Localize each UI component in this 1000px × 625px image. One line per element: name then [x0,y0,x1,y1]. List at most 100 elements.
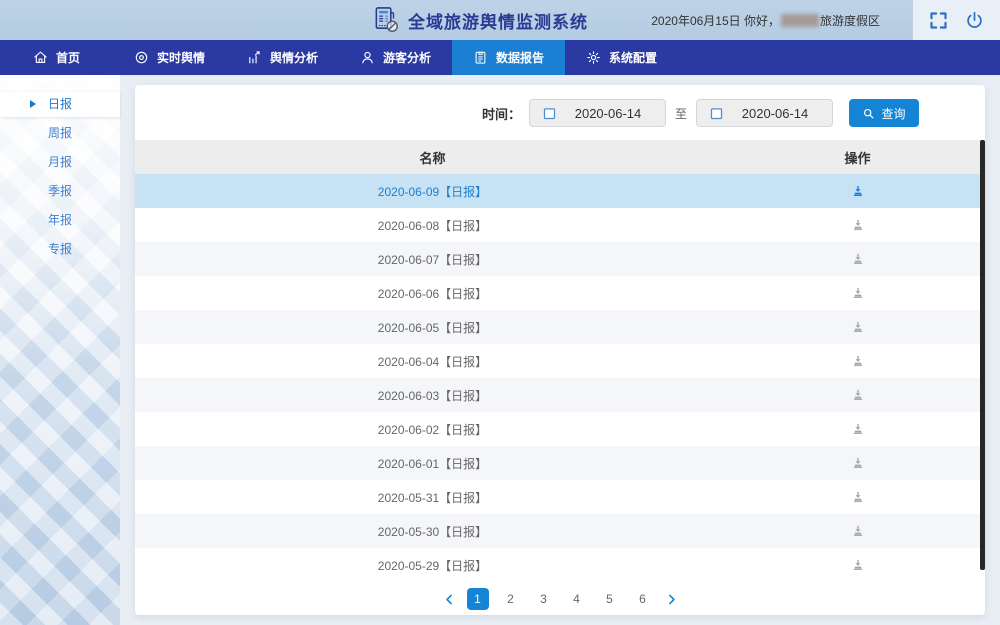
report-name: 2020-06-05【日报】 [135,319,730,336]
chevron-left-icon[interactable] [443,593,456,606]
nav-item-6[interactable]: 系统配置 [565,40,678,75]
report-name: 2020-06-09【日报】 [135,183,730,200]
report-name: 2020-05-31【日报】 [135,489,730,506]
end-date-input[interactable]: 2020-06-14 [696,99,833,127]
report-name: 2020-06-08【日报】 [135,217,730,234]
vertical-scrollbar[interactable] [980,140,985,570]
table-row[interactable]: 2020-06-06【日报】 [135,276,985,310]
download-icon[interactable] [851,252,865,266]
row-operation-cell [730,320,985,334]
download-icon[interactable] [851,320,865,334]
newspaper-logo-icon [372,5,399,35]
table-row[interactable]: 2020-05-31【日报】 [135,480,985,514]
sidebar-list: 日报周报月报季报年报专报 [0,75,120,262]
nav-item-1[interactable]: 首页 [0,40,113,75]
download-icon[interactable] [851,184,865,198]
column-header-name: 名称 [135,148,730,167]
table-body: 2020-06-09【日报】 2020-06-08【日报】 2020-06-07【日… [135,174,985,582]
report-table: 名称 操作 2020-06-09【日报】2020-06-08【日报】2020-0… [135,140,985,582]
table-row[interactable]: 2020-06-01【日报】 [135,446,985,480]
redacted-org-name [781,14,819,27]
search-button-label: 查询 [881,105,905,122]
row-operation-cell [730,388,985,402]
table-row[interactable]: 2020-05-30【日报】 [135,514,985,548]
start-date-input[interactable]: 2020-06-14 [529,99,666,127]
app-header: 全域旅游舆情监测系统 2020年06月15日 你好， 旅游度假区 [0,0,1000,40]
download-icon[interactable] [851,558,865,572]
download-icon[interactable] [851,524,865,538]
search-button[interactable]: 查询 [849,99,919,127]
nav-item-label: 游客分析 [383,49,431,66]
download-icon[interactable] [851,422,865,436]
page-button-2[interactable]: 2 [500,588,522,610]
report-name: 2020-06-06【日报】 [135,285,730,302]
table-row[interactable]: 2020-06-02【日报】 [135,412,985,446]
page-button-1[interactable]: 1 [467,588,489,610]
sidebar-item-5[interactable]: 年报 [0,208,120,233]
page-button-6[interactable]: 6 [632,588,654,610]
row-operation-cell [730,524,985,538]
download-icon[interactable] [851,456,865,470]
filter-row: 时间： 2020-06-14 至 2020-06-14 查询 [135,85,985,127]
sidebar-item-label: 年报 [48,213,72,227]
report-name: 2020-06-01【日报】 [135,455,730,472]
fullscreen-icon[interactable] [928,10,949,31]
report-name: 2020-06-02【日报】 [135,421,730,438]
table-header: 名称 操作 [135,140,985,174]
start-date-value: 2020-06-14 [557,106,665,121]
row-operation-cell [730,456,985,470]
nav-item-5[interactable]: 数据报告 [452,40,565,75]
nav-item-2[interactable]: 实时舆情 [113,40,226,75]
page-button-5[interactable]: 5 [599,588,621,610]
sidebar-item-label: 日报 [48,97,72,111]
power-icon[interactable] [964,10,985,31]
download-icon[interactable] [851,354,865,368]
sidebar-item-2[interactable]: 周报 [0,121,120,146]
sidebar-item-3[interactable]: 月报 [0,150,120,175]
download-icon[interactable] [851,490,865,504]
download-icon[interactable] [851,218,865,232]
table-row[interactable]: 2020-06-03【日报】 [135,378,985,412]
row-operation-cell [730,184,985,198]
row-operation-cell [730,252,985,266]
sidebar-item-label: 月报 [48,155,72,169]
sidebar-item-4[interactable]: 季报 [0,179,120,204]
gear-icon [586,50,601,65]
to-label: 至 [675,105,687,122]
app-title: 全域旅游舆情监测系统 [408,8,588,33]
page-button-4[interactable]: 4 [566,588,588,610]
sidebar-item-6[interactable]: 专报 [0,237,120,262]
sidebar-item-1[interactable]: 日报 [0,92,120,117]
report-name: 2020-06-07【日报】 [135,251,730,268]
row-operation-cell [730,286,985,300]
row-operation-cell [730,354,985,368]
page-button-3[interactable]: 3 [533,588,555,610]
calendar-icon [709,106,724,121]
date-greeting: 2020年06月15日 你好， [651,12,780,29]
search-icon [862,107,875,120]
table-row[interactable]: 2020-05-29【日报】 [135,548,985,582]
nav-item-label: 数据报告 [496,49,544,66]
download-icon[interactable] [851,388,865,402]
org-suffix: 旅游度假区 [820,12,880,29]
report-icon [473,50,488,65]
content-area: 日报周报月报季报年报专报 时间： 2020-06-14 至 2020-06-14… [0,75,1000,625]
chevron-right-icon[interactable] [665,593,678,606]
nav-item-label: 系统配置 [609,49,657,66]
table-row[interactable]: 2020-06-09【日报】 [135,174,985,208]
end-date-value: 2020-06-14 [724,106,832,121]
column-header-operation: 操作 [730,148,985,167]
sidebar-item-label: 专报 [48,242,72,256]
main-nav: 首页实时舆情舆情分析 游客分析 数据报告 系统配置 [0,40,1000,75]
table-row[interactable]: 2020-06-07【日报】 [135,242,985,276]
table-row[interactable]: 2020-06-04【日报】 [135,344,985,378]
download-icon[interactable] [851,286,865,300]
nav-item-4[interactable]: 游客分析 [339,40,452,75]
nav-item-3[interactable]: 舆情分析 [226,40,339,75]
table-row[interactable]: 2020-06-08【日报】 [135,208,985,242]
user-info: 2020年06月15日 你好， 旅游度假区 [651,0,880,40]
header-actions [912,0,1000,40]
active-triangle-icon [30,100,36,108]
table-row[interactable]: 2020-06-05【日报】 [135,310,985,344]
row-operation-cell [730,218,985,232]
